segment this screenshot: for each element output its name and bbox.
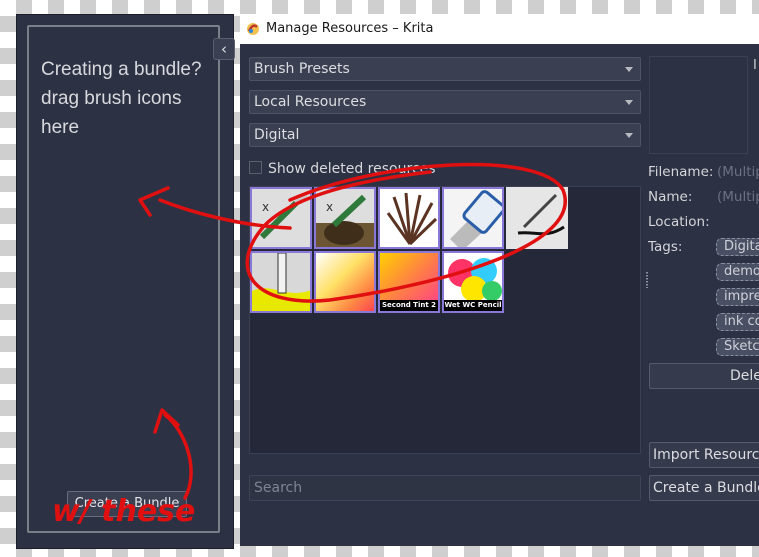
svg-text:x: x: [262, 200, 269, 214]
resource-thumbnail[interactable]: [506, 187, 568, 249]
filename-value: (Multip: [717, 164, 759, 180]
tag-filter-value: Digital: [254, 127, 300, 143]
resource-thumbnail[interactable]: Wet WC Pencil: [442, 251, 504, 313]
brush-preview-image: [380, 189, 438, 247]
search-input[interactable]: Search: [249, 475, 641, 501]
title-bar: Manage Resources – Krita: [240, 14, 759, 44]
brush-preview-image: x: [316, 189, 374, 247]
storage-select[interactable]: Local Resources: [249, 90, 641, 114]
bundle-drop-zone[interactable]: Creating a bundle? drag brush icons here: [27, 25, 220, 533]
brush-preview-image: [506, 187, 568, 249]
resource-type-select[interactable]: Brush Presets: [249, 57, 641, 81]
chevron-left-icon[interactable]: ‹: [213, 38, 235, 60]
search-placeholder: Search: [254, 480, 303, 496]
resource-thumbnail[interactable]: [442, 187, 504, 249]
name-value: (Multip: [717, 189, 759, 205]
window-title: Manage Resources – Krita: [266, 21, 434, 36]
dropdown-arrow-icon: [625, 67, 633, 72]
tag-chip[interactable]: demo: [716, 263, 759, 281]
svg-text:x: x: [326, 200, 333, 214]
create-bundle-button[interactable]: Create a Bundle: [649, 475, 759, 501]
show-deleted-checkbox[interactable]: Show deleted resources: [249, 160, 436, 178]
resource-thumbnail[interactable]: x: [250, 187, 312, 249]
resource-thumbnail[interactable]: [314, 251, 376, 313]
tag-chip[interactable]: Digita: [716, 238, 759, 256]
bundle-hint-text: Creating a bundle? drag brush icons here: [41, 59, 202, 138]
tag-chip[interactable]: impre: [716, 288, 759, 306]
brush-preview-image: x: [252, 189, 310, 247]
import-resources-button[interactable]: Import Resource: [649, 442, 759, 468]
splitter-handle[interactable]: [646, 272, 648, 288]
filename-label: Filename:: [648, 164, 714, 180]
tags-label: Tags:: [648, 239, 683, 255]
tag-chip[interactable]: Sketc: [716, 338, 759, 356]
resource-thumbnail[interactable]: [378, 187, 440, 249]
location-label: Location:: [648, 214, 710, 230]
resource-preview: [649, 56, 748, 154]
delete-button[interactable]: Dele: [649, 363, 759, 389]
resource-list: x x Second Tint 2 Wet WC Pencil: [249, 186, 641, 454]
tag-filter-select[interactable]: Digital: [249, 123, 641, 147]
dropdown-arrow-icon: [625, 100, 633, 105]
checkbox-box: [249, 161, 262, 174]
tag-chip[interactable]: ink co: [716, 313, 759, 331]
dropdown-arrow-icon: [625, 133, 633, 138]
resource-thumbnail[interactable]: Second Tint 2: [378, 251, 440, 313]
show-deleted-label: Show deleted resources: [268, 161, 436, 177]
resource-caption: Second Tint 2: [380, 300, 438, 311]
manage-resources-dialog: Manage Resources – Krita Brush Presets L…: [240, 14, 759, 546]
bundle-docker-panel: Creating a bundle? drag brush icons here…: [16, 14, 235, 549]
name-label: Name:: [648, 189, 693, 205]
brush-preview-image: [444, 189, 502, 247]
resource-thumbnail[interactable]: [250, 251, 312, 313]
resource-thumbnail[interactable]: x: [314, 187, 376, 249]
resource-caption: Wet WC Pencil: [444, 300, 502, 311]
resource-type-value: Brush Presets: [254, 61, 350, 77]
storage-value: Local Resources: [254, 94, 367, 110]
panel-create-bundle-button[interactable]: Create a Bundle: [67, 491, 187, 517]
brush-preview-image: [252, 253, 310, 311]
krita-icon: [247, 23, 259, 35]
brush-preview-image: [316, 253, 374, 311]
preview-label: I: [753, 58, 757, 73]
